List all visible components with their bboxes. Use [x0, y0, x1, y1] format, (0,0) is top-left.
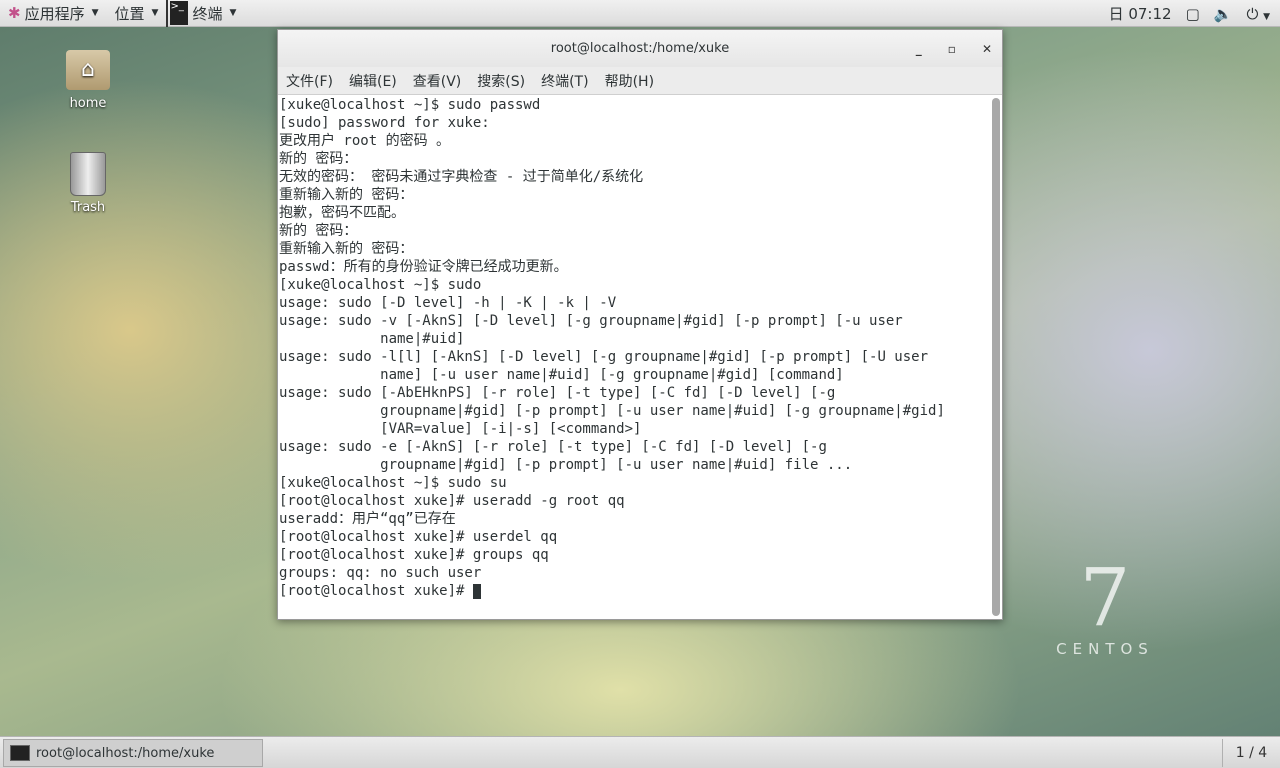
- volume-icon[interactable]: 🔈: [1214, 5, 1233, 23]
- desktop-trash[interactable]: Trash: [48, 152, 128, 215]
- terminal-line: 抱歉，密码不匹配。: [279, 205, 405, 221]
- terminal-line: useradd：用户“qq”已存在: [279, 511, 456, 527]
- chevron-down-icon: ▼: [91, 8, 99, 18]
- applications-menu[interactable]: ✱ 应用程序 ▼: [0, 0, 107, 27]
- places-menu[interactable]: 位置 ▼: [107, 0, 167, 27]
- workspace-switcher[interactable]: 1 / 4: [1222, 739, 1280, 767]
- terminal-icon: >_: [170, 1, 189, 25]
- gnome-foot-icon: ✱: [8, 4, 21, 22]
- terminal-line: [VAR=value] [-i|-s] [<command>]: [279, 421, 642, 437]
- terminal-line: 重新输入新的 密码：: [279, 241, 414, 257]
- power-icon[interactable]: ⏻ ▼: [1246, 5, 1270, 23]
- terminal-line: [sudo] password for xuke:: [279, 115, 490, 131]
- terminal-line: [xuke@localhost ~]$ sudo: [279, 277, 482, 293]
- menu-view[interactable]: 查看(V): [405, 71, 470, 91]
- terminal-line: usage: sudo -l[l] [-AknS] [-D level] [-g…: [279, 349, 929, 365]
- screen-icon[interactable]: ▢: [1186, 5, 1200, 23]
- terminal-line: groupname|#gid] [-p prompt] [-u user nam…: [279, 403, 945, 419]
- terminal-line: 新的 密码：: [279, 151, 358, 167]
- terminal-output[interactable]: [xuke@localhost ~]$ sudo passwd [sudo] pa…: [278, 96, 990, 619]
- window-titlebar[interactable]: root@localhost:/home/xuke _ ▫ ✕: [278, 30, 1002, 67]
- menu-help[interactable]: 帮助(H): [597, 71, 662, 91]
- terminal-line: groups: qq: no such user: [279, 565, 482, 581]
- terminal-line: usage: sudo -e [-AknS] [-r role] [-t typ…: [279, 439, 827, 455]
- desktop-home[interactable]: ⌂ home: [48, 50, 128, 111]
- chevron-down-icon: ▼: [229, 8, 237, 18]
- menu-terminal[interactable]: 终端(T): [533, 71, 596, 91]
- terminal-line: [root@localhost xuke]# useradd -g root q…: [279, 493, 625, 509]
- minimize-button[interactable]: _: [916, 42, 922, 56]
- cursor: [472, 583, 481, 599]
- menu-edit[interactable]: 编辑(E): [341, 71, 405, 91]
- menu-search[interactable]: 搜索(S): [469, 71, 533, 91]
- terminal-line: [root@localhost xuke]# groups qq: [279, 547, 549, 563]
- taskbar-item-terminal[interactable]: root@localhost:/home/xuke: [3, 739, 263, 767]
- scrollbar[interactable]: [992, 98, 1000, 616]
- bottom-panel: root@localhost:/home/xuke 1 / 4: [0, 736, 1280, 768]
- centos-branding: 7 CENTOS: [1056, 551, 1154, 658]
- terminal-line: usage: sudo [-AbEHknPS] [-r role] [-t ty…: [279, 385, 836, 401]
- terminal-line: 无效的密码： 密码未通过字典检查 - 过于简单化/系统化: [279, 169, 644, 185]
- terminal-line: passwd：所有的身份验证令牌已经成功更新。: [279, 259, 568, 275]
- menu-file[interactable]: 文件(F): [278, 71, 341, 91]
- terminal-line: [root@localhost xuke]# userdel qq: [279, 529, 558, 545]
- terminal-line: 重新输入新的 密码：: [279, 187, 414, 203]
- home-folder-icon: ⌂: [66, 50, 110, 90]
- terminal-line: name] [-u user name|#uid] [-g groupname|…: [279, 367, 844, 383]
- top-panel: ✱ 应用程序 ▼ 位置 ▼ >_ 终端 ▼ 日 07:12 ▢ 🔈 ⏻ ▼: [0, 0, 1280, 27]
- terminal-line: [root@localhost xuke]#: [279, 582, 990, 600]
- terminal-line: 更改用户 root 的密码 。: [279, 133, 451, 149]
- maximize-button[interactable]: ▫: [948, 42, 956, 56]
- terminal-window: root@localhost:/home/xuke _ ▫ ✕ 文件(F) 编辑…: [277, 29, 1003, 620]
- chevron-down-icon: ▼: [151, 8, 159, 18]
- terminal-line: name|#uid]: [279, 331, 465, 347]
- terminal-icon: [10, 745, 30, 761]
- terminal-line: usage: sudo -v [-AknS] [-D level] [-g gr…: [279, 313, 903, 329]
- terminal-line: 新的 密码：: [279, 223, 358, 239]
- trash-icon: [70, 152, 106, 196]
- terminal-line: [xuke@localhost ~]$ sudo su: [279, 475, 507, 491]
- close-button[interactable]: ✕: [982, 42, 992, 56]
- terminal-line: usage: sudo [-D level] -h | -K | -k | -V: [279, 295, 617, 311]
- terminal-line: groupname|#gid] [-p prompt] [-u user nam…: [279, 457, 853, 473]
- terminal-app-menu[interactable]: >_ 终端 ▼: [166, 0, 244, 27]
- menubar: 文件(F) 编辑(E) 查看(V) 搜索(S) 终端(T) 帮助(H): [278, 67, 1002, 95]
- clock[interactable]: 日 07:12: [1109, 3, 1172, 24]
- terminal-line: [xuke@localhost ~]$ sudo passwd: [279, 97, 541, 113]
